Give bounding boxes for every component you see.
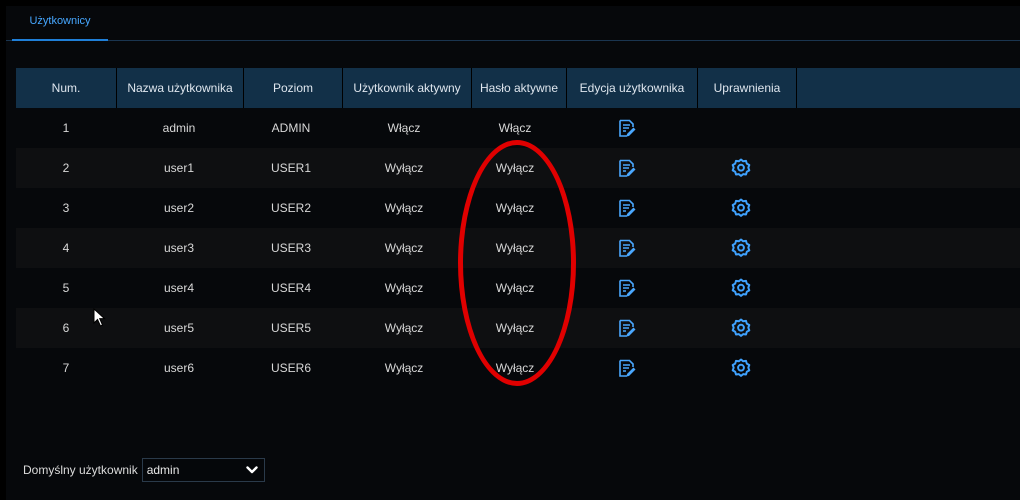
column-header-edit-user: Edycja użytkownika: [567, 68, 698, 108]
cell-permissions: [692, 348, 790, 388]
column-header-username: Nazwa użytkownika: [117, 68, 244, 108]
cell-num: 3: [62, 201, 70, 215]
cell-user-active: Wyłącz: [384, 281, 424, 295]
default-user-label: Domyślny użytkownik: [23, 463, 138, 477]
table-row: 4 user3 USER3 Wyłącz Wyłącz: [16, 228, 1020, 268]
cell-username: user2: [163, 201, 195, 215]
cell-password-active: Wyłącz: [495, 201, 535, 215]
column-header-user-active: Użytkownik aktywny: [343, 68, 472, 108]
cell-level: USER1: [270, 161, 311, 175]
cell-password-active: Wyłącz: [495, 241, 535, 255]
cell-edit: [562, 148, 692, 188]
cell-user-active: Wyłącz: [384, 241, 424, 255]
edit-icon[interactable]: [618, 359, 637, 378]
cell-username: user6: [163, 361, 195, 375]
default-user-value: admin: [146, 463, 180, 477]
cell-username: user4: [163, 281, 195, 295]
users-panel: Użytkownicy Num. Nazwa użytkownika Pozio…: [6, 6, 1020, 500]
cell-permissions: [692, 268, 790, 308]
tab-users[interactable]: Użytkownicy: [12, 10, 108, 41]
cell-edit: [562, 348, 692, 388]
mouse-cursor-icon: [93, 308, 106, 327]
column-header-level: Poziom: [244, 68, 343, 108]
cell-num: 2: [62, 161, 70, 175]
users-table: Num. Nazwa użytkownika Poziom Użytkownik…: [16, 68, 1020, 388]
cell-password-active: Wyłącz: [495, 361, 535, 375]
cell-edit: [562, 228, 692, 268]
chevron-down-icon: [246, 466, 258, 474]
cell-num: 5: [62, 281, 70, 295]
cell-password-active: Wyłącz: [495, 161, 535, 175]
cell-password-active: Wyłącz: [495, 281, 535, 295]
cell-edit: [562, 308, 692, 348]
cell-user-active: Włącz: [387, 121, 421, 135]
cell-level: USER5: [270, 321, 311, 335]
cell-level: USER2: [270, 201, 311, 215]
edit-icon[interactable]: [618, 159, 637, 178]
table-row: 7 user6 USER6 Wyłącz Wyłącz: [16, 348, 1020, 388]
column-header-password-active: Hasło aktywne: [472, 68, 567, 108]
table-body: 1 admin ADMIN Włącz Włącz 2 user1 USER1 Wyłącz Wy…: [16, 108, 1020, 388]
gear-icon[interactable]: [731, 198, 751, 218]
cell-password-active: Włącz: [498, 121, 532, 135]
cell-password-active: Wyłącz: [495, 321, 535, 335]
gear-icon[interactable]: [731, 238, 751, 258]
table-row: 1 admin ADMIN Włącz Włącz: [16, 108, 1020, 148]
table-row: 5 user4 USER4 Wyłącz Wyłącz: [16, 268, 1020, 308]
edit-icon[interactable]: [618, 239, 637, 258]
cell-permissions: [692, 228, 790, 268]
cell-level: USER3: [270, 241, 311, 255]
cell-user-active: Wyłącz: [384, 361, 424, 375]
cell-permissions: [692, 308, 790, 348]
cell-user-active: Wyłącz: [384, 161, 424, 175]
tab-bar: Użytkownicy: [6, 6, 1020, 41]
edit-icon[interactable]: [618, 319, 637, 338]
gear-icon[interactable]: [731, 278, 751, 298]
default-user-setting: Domyślny użytkownik admin: [23, 458, 265, 482]
default-user-select[interactable]: admin: [141, 458, 265, 482]
table-header: Num. Nazwa użytkownika Poziom Użytkownik…: [16, 68, 1020, 108]
column-header-num: Num.: [16, 68, 117, 108]
cell-user-active: Wyłącz: [384, 321, 424, 335]
edit-icon[interactable]: [618, 119, 637, 138]
column-header-permissions: Uprawnienia: [698, 68, 797, 108]
cell-username: admin: [162, 121, 196, 135]
table-row: 3 user2 USER2 Wyłącz Wyłącz: [16, 188, 1020, 228]
cell-permissions: [692, 188, 790, 228]
edit-icon[interactable]: [618, 199, 637, 218]
cell-num: 1: [62, 121, 70, 135]
cell-permissions: [692, 108, 790, 148]
cell-username: user3: [163, 241, 195, 255]
cell-edit: [562, 268, 692, 308]
table-row: 6 user5 USER5 Wyłącz Wyłącz: [16, 308, 1020, 348]
cell-username: user1: [163, 161, 195, 175]
cell-level: ADMIN: [271, 121, 311, 135]
cell-edit: [562, 188, 692, 228]
cell-num: 4: [62, 241, 70, 255]
column-header-spacer: [797, 68, 1020, 108]
gear-icon[interactable]: [731, 358, 751, 378]
cell-level: USER6: [270, 361, 311, 375]
edit-icon[interactable]: [618, 279, 637, 298]
gear-icon[interactable]: [731, 158, 751, 178]
cell-permissions: [692, 148, 790, 188]
cell-num: 7: [62, 361, 70, 375]
table-row: 2 user1 USER1 Wyłącz Wyłącz: [16, 148, 1020, 188]
cell-edit: [562, 108, 692, 148]
gear-icon[interactable]: [731, 318, 751, 338]
cell-username: user5: [163, 321, 195, 335]
cell-level: USER4: [270, 281, 311, 295]
cell-user-active: Wyłącz: [384, 201, 424, 215]
